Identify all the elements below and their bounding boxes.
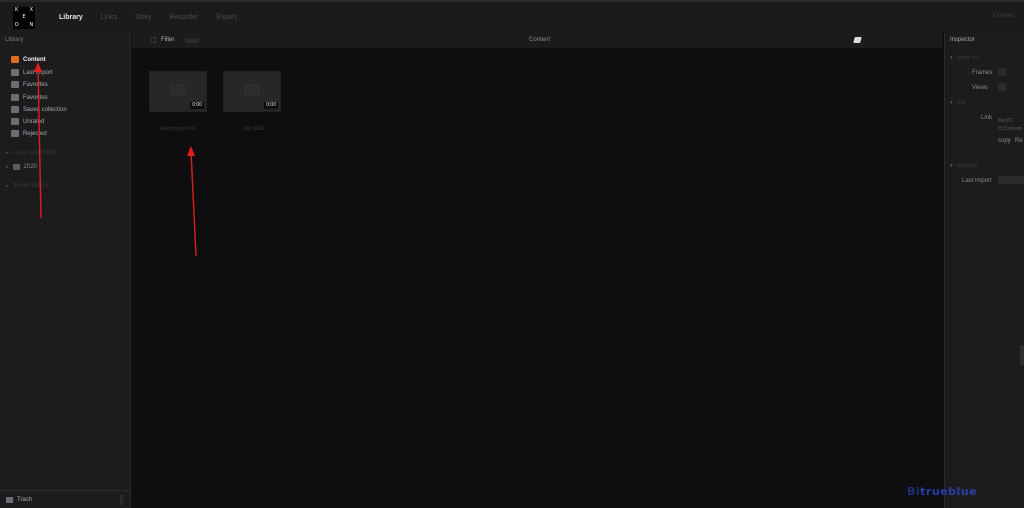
main-menu: Library Links Story Recorder Export: [50, 2, 245, 33]
sidebar-folder-2020[interactable]: ▸ 2020: [6, 164, 37, 170]
sidebar-item-starred[interactable]: Favorites: [11, 94, 48, 101]
inspector-section-info[interactable]: ▾ Media info: [950, 55, 980, 61]
trash-icon: [6, 496, 13, 503]
favorites-icon: [11, 81, 19, 88]
logo-letter: [13, 14, 20, 21]
search-input[interactable]: [873, 36, 939, 44]
filter-icon[interactable]: [150, 37, 156, 43]
watermark-logo: Bitrueblue: [907, 485, 977, 498]
top-menu-bar: K X E O N Library Links Story Recorder E…: [0, 0, 1024, 33]
menu-story[interactable]: Story: [126, 14, 160, 21]
sidebar-item-label: Saved collection: [23, 106, 67, 113]
triangle-down-icon: ▾: [950, 163, 953, 169]
inspector-section-metadata[interactable]: ▾ Metadata: [950, 163, 977, 169]
inspector-row-frames: Frames: [972, 70, 993, 76]
sidebar-item-label: Content: [23, 56, 46, 63]
thumbnail-image: [244, 84, 260, 96]
duration-badge: 0:00: [190, 102, 204, 109]
link-path[interactable]: D:\Content: [998, 126, 1022, 132]
sidebar-group-local[interactable]: ▸ Local collections: [6, 150, 57, 156]
media-thumbnail[interactable]: 0:00: [223, 71, 281, 112]
arrow-to-thumbnail: [190, 150, 197, 257]
reject-icon: [11, 130, 19, 137]
sidebar-item-label: Last import: [23, 69, 53, 76]
rating-icon: [11, 118, 19, 125]
media-thumbnail[interactable]: 0:00: [149, 71, 207, 112]
app-logo[interactable]: K X E O N: [13, 7, 35, 29]
inspector-row-link: Link: [981, 115, 993, 121]
menu-export[interactable]: Export: [207, 14, 245, 21]
triangle-down-icon: ▾: [950, 55, 953, 61]
sidebar-item-content[interactable]: Content: [11, 56, 46, 63]
section-label: Metadata: [956, 163, 978, 169]
sidebar-group-label: Local collections: [12, 150, 57, 156]
logo-letter: [28, 14, 35, 21]
inspector-title: Inspector: [950, 37, 975, 43]
copy-value[interactable]: Re: [1015, 138, 1023, 144]
link-value[interactable]: file:///C: [998, 118, 1014, 124]
watermark-text: trueblue: [920, 485, 978, 498]
thumbnail-label: Clip 0002: [243, 126, 265, 132]
logo-letter: N: [29, 21, 34, 28]
sidebar-item-label: Favorites: [23, 94, 48, 101]
sidebar-folder-label: 2020: [23, 164, 37, 170]
thumbnail-label: Recording 0001: [160, 126, 196, 132]
inspector-row-copy: copy: [998, 138, 1011, 144]
sidebar-item-saved-collection[interactable]: Saved collection: [11, 106, 67, 113]
logo-letter: [20, 22, 27, 29]
inspector-row-last-import: Last import: [962, 178, 992, 184]
filter-label[interactable]: Filter: [161, 37, 174, 43]
inspector-row-views: Views: [972, 85, 988, 91]
section-label: Media info: [956, 55, 980, 61]
sidebar-group-smart[interactable]: ▸ Smart folders: [6, 183, 48, 189]
inspector-section-link[interactable]: ▾ Link: [950, 100, 966, 106]
star-icon: [11, 94, 19, 101]
duration-badge: 0:00: [264, 102, 278, 109]
watermark-prefix: Bi: [907, 485, 921, 498]
panel-scroll-handle[interactable]: [1020, 345, 1024, 365]
sidebar-trash[interactable]: Trash: [0, 490, 131, 508]
library-sidebar: Library: [0, 33, 131, 508]
resize-handle[interactable]: [120, 495, 123, 505]
triangle-right-icon: ▸: [6, 183, 9, 189]
sidebar-item-label: Unrated: [23, 118, 45, 125]
filter-options[interactable]: [185, 38, 199, 43]
sidebar-item-favorites[interactable]: Favorites: [11, 81, 48, 88]
logo-letter: K: [15, 7, 19, 13]
sidebar-item-unrated[interactable]: Unrated: [11, 118, 44, 125]
trash-label: Trash: [17, 496, 33, 503]
logo-letter: X: [29, 7, 34, 13]
views-value[interactable]: [998, 83, 1006, 91]
menu-library[interactable]: Library: [50, 14, 92, 21]
logo-letter: E: [22, 14, 26, 21]
section-label: Link: [956, 100, 966, 106]
film-icon: [11, 56, 19, 63]
content-title: Content: [529, 37, 551, 43]
sidebar-item-label: Rejected: [23, 130, 47, 137]
triangle-right-icon: ▸: [6, 150, 9, 156]
sidebar-item-rejected[interactable]: Rejected: [11, 130, 47, 137]
arrowhead-thumbnail: [187, 146, 195, 156]
sidebar-item-label: Favorites: [23, 81, 48, 88]
triangle-down-icon: ▾: [950, 100, 953, 106]
import-icon: [11, 69, 19, 76]
app-title: Kinovea: [992, 13, 1014, 19]
menu-recorder[interactable]: Recorder: [160, 14, 207, 21]
logo-letter: [20, 7, 27, 14]
thumbnail-image: [170, 84, 186, 96]
frames-value[interactable]: [998, 68, 1006, 76]
last-import-value[interactable]: [998, 176, 1024, 184]
sidebar-group-label: Smart folders: [12, 183, 49, 189]
logo-letter: O: [14, 21, 19, 28]
folder-icon: [12, 164, 20, 170]
sidebar-header: Library: [5, 37, 24, 43]
collection-icon: [11, 106, 19, 113]
menu-links[interactable]: Links: [92, 14, 126, 21]
triangle-right-icon: ▸: [6, 164, 9, 170]
sidebar-item-last-import[interactable]: Last import: [11, 69, 53, 76]
